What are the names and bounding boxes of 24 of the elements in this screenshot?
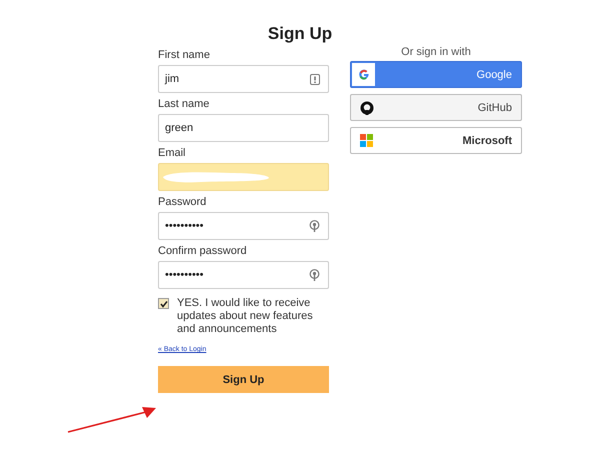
microsoft-logo-icon <box>360 134 373 147</box>
google-logo-icon <box>358 68 370 80</box>
key-icon <box>309 268 320 282</box>
field-label: Confirm password <box>158 245 248 257</box>
input-field[interactable]: •••••••••• <box>158 212 329 240</box>
field-label: Last name <box>158 98 210 110</box>
page-title: Sign Up <box>266 23 334 44</box>
input-field[interactable]: •••••••••• <box>158 261 329 289</box>
consent-text: YES. I would like to receive updates about new features and announcements <box>177 297 314 336</box>
microsoft-sign-in-button[interactable]: Microsoft <box>350 127 522 154</box>
google-sign-in-button[interactable]: Google <box>350 61 522 88</box>
social-heading: Or sign in with <box>400 46 472 58</box>
field-label: First name <box>158 49 211 61</box>
field-label: Email <box>158 147 187 159</box>
input-field[interactable] <box>158 163 329 191</box>
key-icon <box>309 220 320 232</box>
input-field[interactable]: green <box>158 114 329 142</box>
checkbox[interactable] <box>158 298 169 309</box>
sign-up-button[interactable]: Sign Up <box>158 366 329 393</box>
field-label: Password <box>158 196 208 208</box>
alert-icon <box>310 74 320 84</box>
github-sign-in-button[interactable]: GitHub <box>350 94 522 121</box>
input-field[interactable]: jim <box>158 65 329 93</box>
github-logo-icon <box>360 100 374 114</box>
